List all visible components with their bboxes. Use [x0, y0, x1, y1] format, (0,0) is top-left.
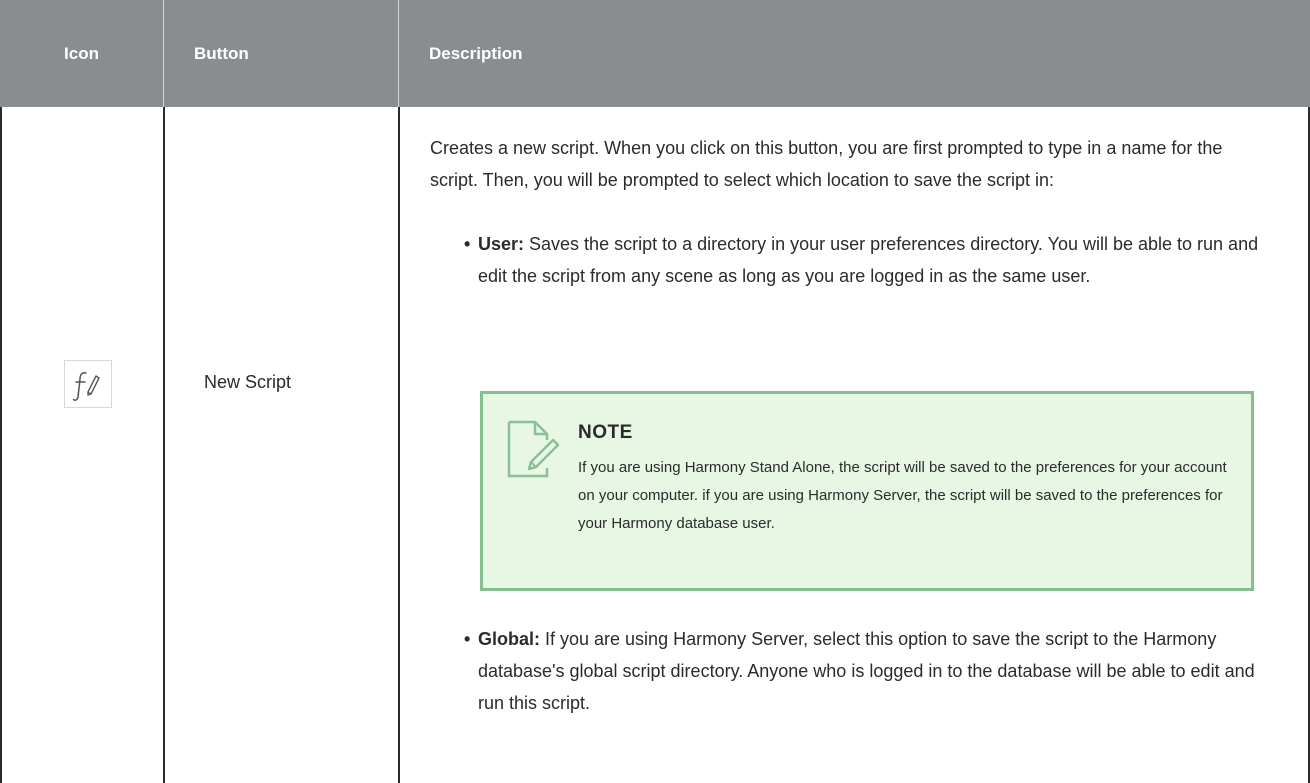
header-divider	[398, 0, 399, 107]
button-name: New Script	[204, 372, 292, 392]
bullet-lead: Global:	[478, 629, 540, 649]
note-title: NOTE	[578, 422, 633, 443]
header-button: Button	[194, 43, 249, 63]
bullet-text: Saves the script to a directory in your …	[478, 234, 1259, 286]
column-divider	[163, 107, 165, 783]
header-divider	[163, 0, 164, 107]
bullet-user: • User: Saves the script to a directory i…	[464, 228, 1270, 292]
description-intro: Creates a new script. When you click on …	[430, 138, 1223, 190]
note-pencil-icon	[507, 420, 560, 478]
note-box: NOTE If you are using Harmony Stand Alon…	[480, 391, 1254, 591]
header-icon: Icon	[64, 43, 99, 63]
header-description: Description	[429, 43, 523, 63]
bullet-dot: •	[464, 234, 471, 254]
bullet-dot: •	[464, 629, 471, 649]
bullet-global: • Global: If you are using Harmony Server…	[464, 623, 1270, 719]
table-header-row: Icon Button Description	[0, 0, 1310, 107]
column-divider	[398, 107, 400, 783]
new-script-icon	[64, 360, 112, 408]
new-script-icon-glyph	[72, 372, 100, 401]
bullet-lead: User:	[478, 234, 525, 254]
note-text: If you are using Harmony Stand Alone, th…	[578, 459, 1227, 532]
script-toolbar-table: Icon Button Description New Script Creat…	[0, 0, 1310, 783]
bullet-text: If you are using Harmony Server, select …	[478, 629, 1255, 713]
